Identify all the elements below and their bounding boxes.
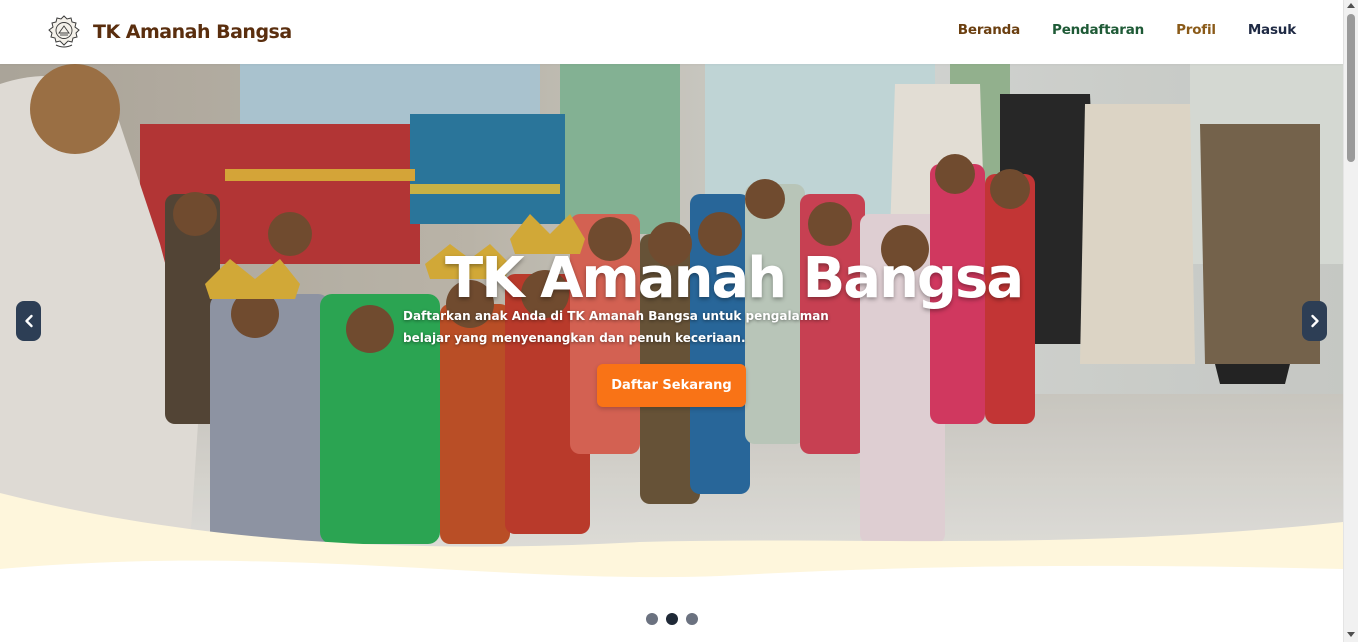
carousel-next-button[interactable] xyxy=(1302,301,1327,341)
carousel-dot-3[interactable] xyxy=(686,613,698,625)
navbar: TK Amanah Bangsa Beranda Pendaftaran Pro… xyxy=(0,0,1343,64)
hero-title: TK Amanah Bangsa xyxy=(445,246,1024,311)
main-nav: Beranda Pendaftaran Profil Masuk xyxy=(958,22,1296,38)
vertical-scrollbar[interactable] xyxy=(1343,0,1358,642)
chevron-left-icon xyxy=(24,314,33,328)
carousel-prev-button[interactable] xyxy=(16,301,41,341)
register-now-button[interactable]: Daftar Sekarang xyxy=(597,364,746,407)
scroll-down-arrow-icon[interactable] xyxy=(1347,632,1355,637)
hero-carousel: TK Amanah Bangsa Daftarkan anak Anda di … xyxy=(0,64,1343,642)
page: TK Amanah Bangsa Beranda Pendaftaran Pro… xyxy=(0,0,1358,642)
carousel-dot-1[interactable] xyxy=(646,613,658,625)
hero-wave-divider xyxy=(0,493,1343,642)
carousel-dot-2[interactable] xyxy=(666,613,678,625)
brand-name: TK Amanah Bangsa xyxy=(93,21,292,43)
nav-pendaftaran[interactable]: Pendaftaran xyxy=(1052,22,1144,38)
scroll-up-arrow-icon[interactable] xyxy=(1347,3,1355,8)
nav-profil[interactable]: Profil xyxy=(1176,22,1216,38)
chevron-right-icon xyxy=(1310,314,1319,328)
school-emblem-icon xyxy=(48,15,80,48)
hero-subtitle: Daftarkan anak Anda di TK Amanah Bangsa … xyxy=(403,309,829,345)
scrollbar-thumb[interactable] xyxy=(1347,14,1355,162)
brand[interactable]: TK Amanah Bangsa xyxy=(48,15,292,49)
nav-masuk[interactable]: Masuk xyxy=(1248,22,1296,38)
nav-beranda[interactable]: Beranda xyxy=(958,22,1020,38)
carousel-indicators xyxy=(646,613,698,625)
